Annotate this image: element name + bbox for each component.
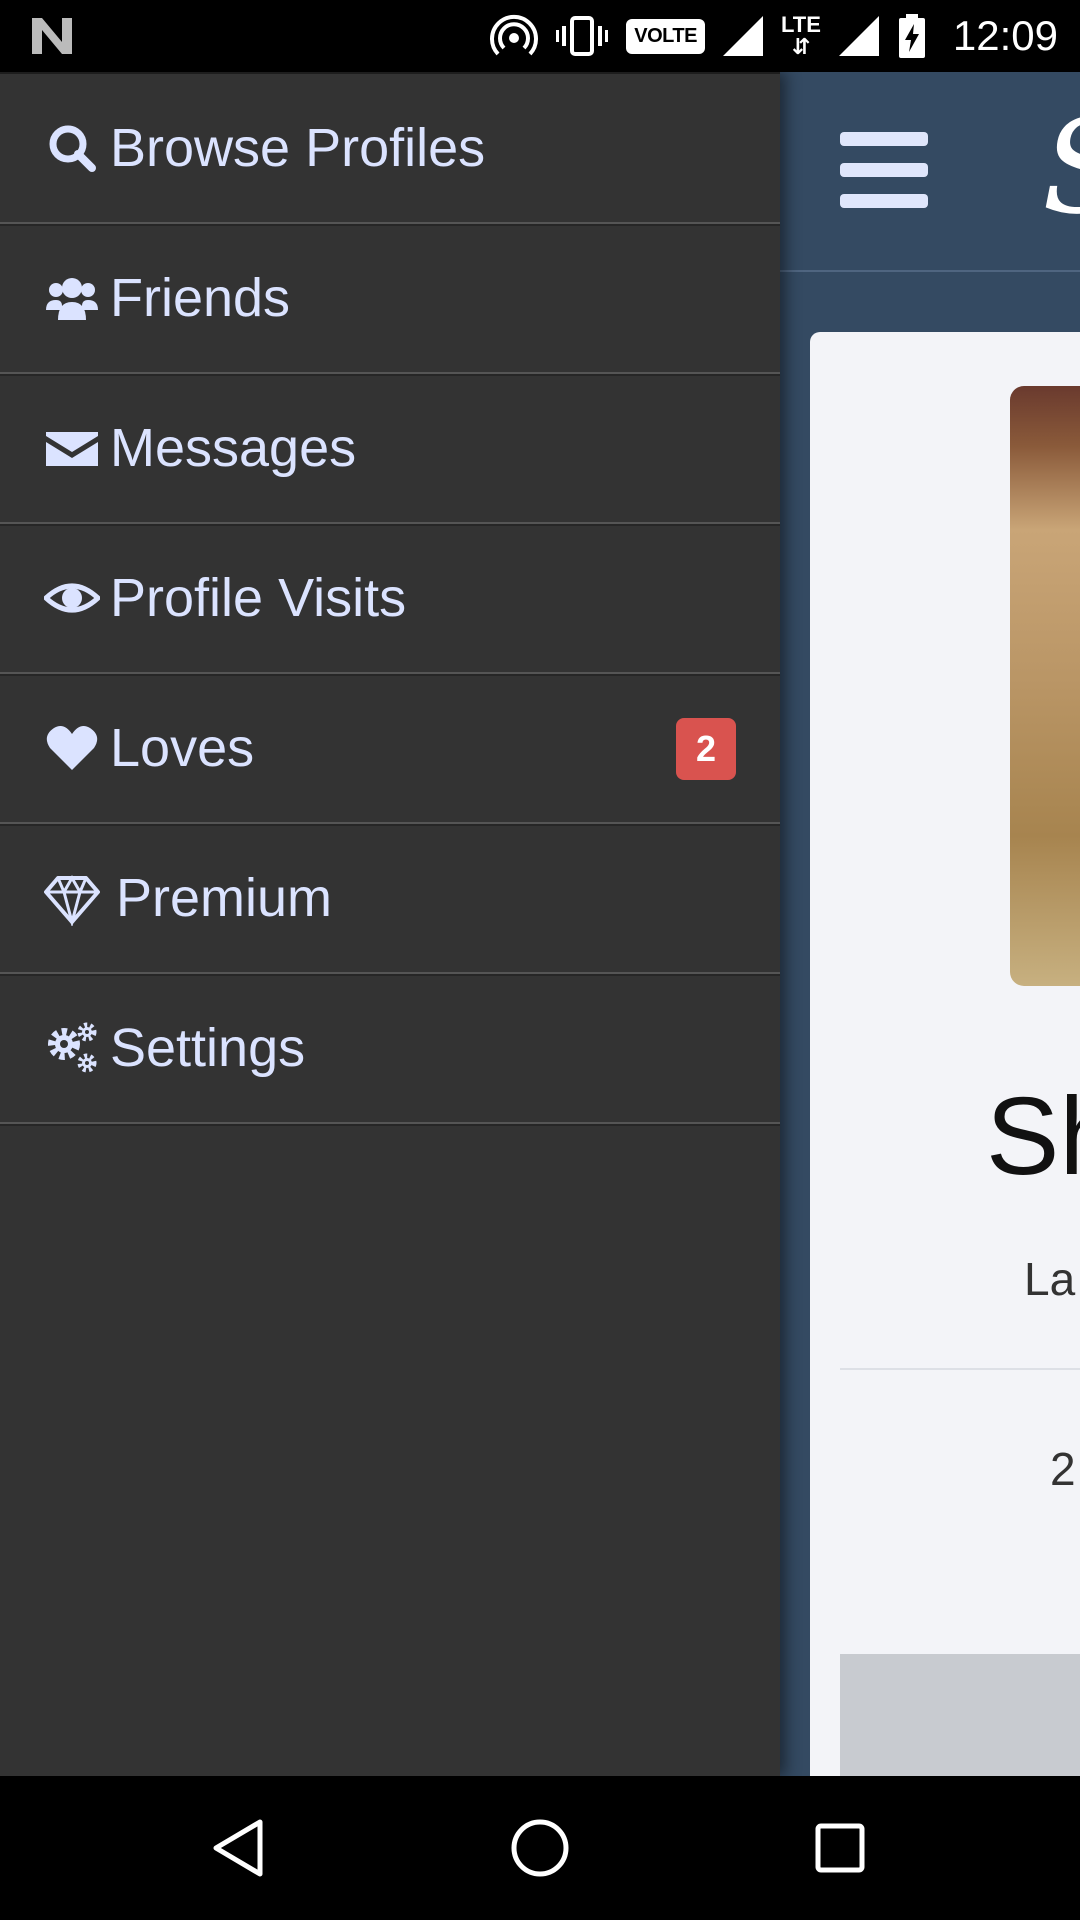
drawer-item-browse-profiles[interactable]: Browse Profiles xyxy=(0,72,780,224)
lte-icon: LTE ⇵ xyxy=(780,12,821,59)
eye-icon xyxy=(44,570,100,626)
system-nav-bar xyxy=(0,1776,1080,1920)
menu-icon[interactable] xyxy=(840,132,928,208)
volte-icon: VOLTE xyxy=(626,18,705,54)
n-logo-icon xyxy=(32,18,72,54)
hotspot-icon xyxy=(490,14,539,56)
status-bar: VOLTE LTE ⇵ 12:09 xyxy=(0,0,1080,72)
app-logo: S xyxy=(1042,102,1080,232)
profile-photo[interactable] xyxy=(1010,386,1080,986)
drawer-item-label: Friends xyxy=(110,268,291,328)
users-icon xyxy=(44,270,100,326)
status-icons: VOLTE LTE ⇵ 12:09 xyxy=(490,0,1058,72)
profile-card: Sh La 2 xyxy=(810,332,1080,1814)
signal-icon xyxy=(838,16,879,56)
drawer-item-loves[interactable]: Loves 2 xyxy=(0,674,780,824)
drawer-item-settings[interactable]: Settings xyxy=(0,974,780,1124)
profile-stat: 2 xyxy=(1050,1443,1076,1495)
drawer-item-label: Loves xyxy=(110,718,255,778)
screen: VOLTE LTE ⇵ 12:09 S La 2 Browse Profiles… xyxy=(0,0,1080,1920)
clock: 12:09 xyxy=(952,12,1058,59)
drawer-item-profile-visits[interactable]: Profile Visits xyxy=(0,524,780,674)
drawer-item-label: Profile Visits xyxy=(110,568,407,628)
vibrate-icon xyxy=(556,16,609,56)
drawer-item-messages[interactable]: Messages xyxy=(0,374,780,524)
drawer-item-label: Messages xyxy=(110,418,357,478)
home-icon[interactable] xyxy=(508,1816,572,1880)
app-content: S Sh La 2 xyxy=(780,72,1080,1814)
drawer-item-label: Browse Profiles xyxy=(110,118,486,178)
app-toolbar: S xyxy=(780,72,1080,272)
envelope-icon xyxy=(44,420,100,476)
drawer-item-label: Settings xyxy=(110,1018,306,1078)
back-icon[interactable] xyxy=(208,1816,272,1880)
profile-subtitle: La xyxy=(1024,1253,1076,1305)
recents-icon[interactable] xyxy=(808,1816,872,1880)
divider xyxy=(840,1368,1080,1370)
gears-icon xyxy=(44,1020,100,1076)
navigation-drawer: Browse Profiles Friends Messages Profile… xyxy=(0,72,780,1776)
drawer-item-friends[interactable]: Friends xyxy=(0,224,780,374)
signal-icon xyxy=(722,16,763,56)
diamond-icon xyxy=(44,870,100,926)
battery-charging-icon xyxy=(898,14,925,58)
search-icon xyxy=(44,120,100,176)
drawer-item-label: Premium xyxy=(116,868,333,928)
drawer-item-premium[interactable]: Premium xyxy=(0,824,780,974)
notification-badge: 2 xyxy=(676,718,736,780)
profile-name: Sh xyxy=(986,1075,1080,1198)
heart-icon xyxy=(44,720,100,776)
